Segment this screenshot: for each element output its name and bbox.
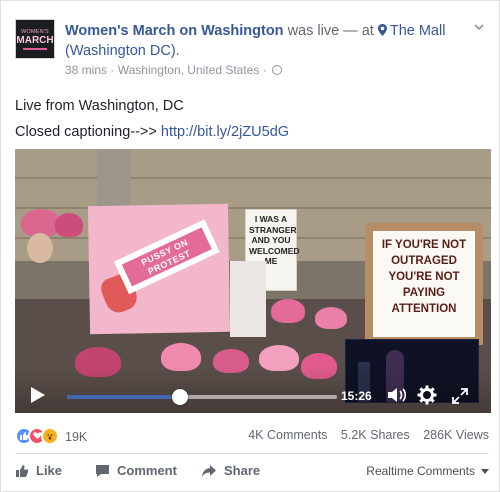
like-button[interactable]: Like xyxy=(15,463,62,478)
actions-divider xyxy=(15,453,489,454)
sign-band-text: PUSSY ON PROTEST xyxy=(121,227,212,287)
place-text: Washington, United States xyxy=(117,63,260,77)
comment-button[interactable]: Comment xyxy=(95,463,177,478)
time-remaining: 15:26 xyxy=(341,389,372,403)
fullscreen-icon[interactable] xyxy=(451,387,469,405)
facebook-post: WOMEN'S MARCH Women's March on Washingto… xyxy=(0,0,500,492)
comment-label: Comment xyxy=(117,463,177,478)
timestamp[interactable]: 38 mins xyxy=(65,63,107,77)
chevron-down-icon xyxy=(481,468,489,474)
post-stats: 19K 4K Comments 5.2K Shares 286K Views xyxy=(15,425,489,447)
progress-fill xyxy=(67,395,181,399)
meta-separator: · xyxy=(262,63,267,77)
engagement-counts: 4K Comments 5.2K Shares 286K Views xyxy=(238,428,489,442)
protest-sign-mid xyxy=(230,261,266,337)
share-label: Share xyxy=(224,463,261,478)
sign-outraged-text: IF YOU'RE NOT OUTRAGED YOU'RE NOT PAYING… xyxy=(373,231,475,337)
gear-icon[interactable] xyxy=(417,385,437,405)
share-button[interactable]: Share xyxy=(201,463,260,478)
caption-line-1: Live from Washington, DC xyxy=(15,98,184,114)
wow-reaction-icon xyxy=(41,427,59,445)
post-meta: 38 mins · Washington, United States · xyxy=(65,63,283,77)
like-icon xyxy=(16,464,28,477)
progress-track[interactable] xyxy=(67,389,337,405)
page-name-link[interactable]: Women's March on Washington xyxy=(65,23,284,39)
status-text: was live — at xyxy=(287,23,374,39)
globe-icon xyxy=(272,65,283,75)
views-count: 286K Views xyxy=(423,428,489,442)
caption-link[interactable]: http://bit.ly/2jZU5dG xyxy=(161,124,289,140)
chevron-down-icon[interactable] xyxy=(473,21,485,33)
realtime-label: Realtime Comments xyxy=(366,464,475,478)
protest-sign-outraged: IF YOU'RE NOT OUTRAGED YOU'RE NOT PAYING… xyxy=(365,223,483,345)
video-controls: 15:26 xyxy=(15,367,491,413)
avatar-underline xyxy=(23,47,47,50)
post-header: WOMEN'S MARCH Women's March on Washingto… xyxy=(15,19,485,77)
caption-prefix: Closed captioning-->> xyxy=(15,124,157,140)
progress-thumb[interactable] xyxy=(172,389,189,405)
caption-line-2: Closed captioning-->> http://bit.ly/2jZU… xyxy=(15,119,289,145)
comments-count[interactable]: 4K Comments xyxy=(248,428,327,442)
shares-count[interactable]: 5.2K Shares xyxy=(341,428,410,442)
volume-icon[interactable] xyxy=(387,387,407,403)
reaction-count: 19K xyxy=(65,430,88,444)
live-video-player[interactable]: PUSSY ON PROTEST I WAS A STRANGER AND YO… xyxy=(15,149,491,413)
play-icon[interactable] xyxy=(31,387,45,403)
like-label: Like xyxy=(36,463,63,478)
location-pin-icon xyxy=(377,24,387,36)
post-caption: Live from Washington, DC Closed captioni… xyxy=(15,93,289,145)
share-icon xyxy=(202,464,216,477)
sign-band: PUSSY ON PROTEST xyxy=(113,219,220,295)
realtime-comments-dropdown[interactable]: Realtime Comments xyxy=(366,464,489,478)
page-avatar[interactable]: WOMEN'S MARCH xyxy=(15,19,55,59)
comment-icon xyxy=(96,464,109,477)
post-actions: Like Comment Share Realtime Comments xyxy=(15,459,489,487)
post-title: Women's March on Washington was live — a… xyxy=(65,21,463,61)
meta-separator: · xyxy=(110,63,115,77)
avatar-text-main: MARCH xyxy=(16,34,54,46)
protest-sign-pink: PUSSY ON PROTEST xyxy=(87,203,231,335)
